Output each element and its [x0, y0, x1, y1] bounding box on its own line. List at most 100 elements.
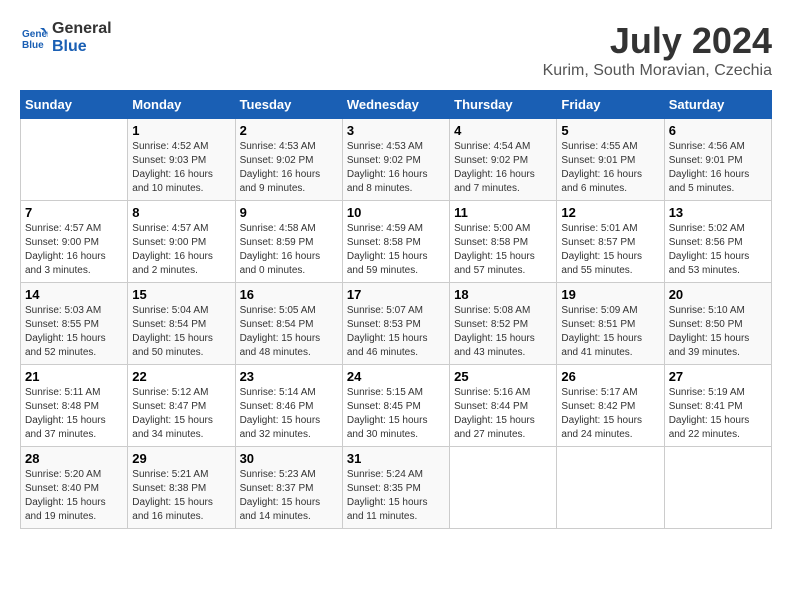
day-info: Sunrise: 5:00 AM Sunset: 8:58 PM Dayligh… — [454, 222, 552, 278]
day-info: Sunrise: 5:01 AM Sunset: 8:57 PM Dayligh… — [561, 222, 659, 278]
day-number: 23 — [240, 369, 338, 384]
calendar-cell: 25 Sunrise: 5:16 AM Sunset: 8:44 PM Dayli… — [450, 365, 557, 447]
location: Kurim, South Moravian, Czechia — [543, 62, 772, 80]
calendar-week-row: 21Sunrise: 5:11 AM Sunset: 8:48 PM Dayli… — [21, 365, 772, 447]
day-number: 18 — [454, 287, 552, 302]
calendar-cell: 14Sunrise: 5:03 AM Sunset: 8:55 PM Dayli… — [21, 283, 128, 365]
day-number: 28 — [25, 451, 123, 466]
calendar-cell: 29 Sunrise: 5:21 AM Sunset: 8:38 PM Dayli… — [128, 447, 235, 529]
day-number: 17 — [347, 287, 445, 302]
calendar-cell: 24 Sunrise: 5:15 AM Sunset: 8:45 PM Dayli… — [342, 365, 449, 447]
calendar-cell — [21, 119, 128, 201]
logo: General Blue General Blue — [20, 20, 112, 55]
calendar-week-row: 14Sunrise: 5:03 AM Sunset: 8:55 PM Dayli… — [21, 283, 772, 365]
day-number: 30 — [240, 451, 338, 466]
day-info: Sunrise: 4:53 AM Sunset: 9:02 PM Dayligh… — [240, 140, 338, 196]
day-number: 19 — [561, 287, 659, 302]
calendar-table: SundayMondayTuesdayWednesdayThursdayFrid… — [20, 90, 772, 529]
day-info: Sunrise: 5:09 AM Sunset: 8:51 PM Dayligh… — [561, 304, 659, 360]
calendar-cell — [450, 447, 557, 529]
day-info: Sunrise: 5:03 AM Sunset: 8:55 PM Dayligh… — [25, 304, 123, 360]
calendar-week-row: 1 Sunrise: 4:52 AM Sunset: 9:03 PM Daylig… — [21, 119, 772, 201]
day-number: 22 — [132, 369, 230, 384]
calendar-cell: 17 Sunrise: 5:07 AM Sunset: 8:53 PM Dayli… — [342, 283, 449, 365]
calendar-cell: 23 Sunrise: 5:14 AM Sunset: 8:46 PM Dayli… — [235, 365, 342, 447]
day-number: 27 — [669, 369, 767, 384]
day-number: 5 — [561, 123, 659, 138]
calendar-cell: 7 Sunrise: 4:57 AM Sunset: 9:00 PM Daylig… — [21, 201, 128, 283]
day-number: 4 — [454, 123, 552, 138]
day-info: Sunrise: 5:14 AM Sunset: 8:46 PM Dayligh… — [240, 386, 338, 442]
day-number: 7 — [25, 205, 123, 220]
day-number: 9 — [240, 205, 338, 220]
day-info: Sunrise: 4:52 AM Sunset: 9:03 PM Dayligh… — [132, 140, 230, 196]
day-number: 1 — [132, 123, 230, 138]
day-info: Sunrise: 5:19 AM Sunset: 8:41 PM Dayligh… — [669, 386, 767, 442]
day-info: Sunrise: 5:16 AM Sunset: 8:44 PM Dayligh… — [454, 386, 552, 442]
day-number: 3 — [347, 123, 445, 138]
day-number: 24 — [347, 369, 445, 384]
calendar-cell — [664, 447, 771, 529]
day-number: 2 — [240, 123, 338, 138]
day-info: Sunrise: 4:59 AM Sunset: 8:58 PM Dayligh… — [347, 222, 445, 278]
day-number: 25 — [454, 369, 552, 384]
day-info: Sunrise: 4:57 AM Sunset: 9:00 PM Dayligh… — [132, 222, 230, 278]
day-info: Sunrise: 5:21 AM Sunset: 8:38 PM Dayligh… — [132, 468, 230, 524]
calendar-cell: 4 Sunrise: 4:54 AM Sunset: 9:02 PM Daylig… — [450, 119, 557, 201]
day-number: 16 — [240, 287, 338, 302]
weekday-header-thursday: Thursday — [450, 91, 557, 119]
calendar-cell: 15 Sunrise: 5:04 AM Sunset: 8:54 PM Dayli… — [128, 283, 235, 365]
title-block: July 2024 Kurim, South Moravian, Czechia — [543, 20, 772, 80]
calendar-cell: 2 Sunrise: 4:53 AM Sunset: 9:02 PM Daylig… — [235, 119, 342, 201]
day-info: Sunrise: 5:15 AM Sunset: 8:45 PM Dayligh… — [347, 386, 445, 442]
day-info: Sunrise: 4:54 AM Sunset: 9:02 PM Dayligh… — [454, 140, 552, 196]
day-info: Sunrise: 5:17 AM Sunset: 8:42 PM Dayligh… — [561, 386, 659, 442]
calendar-cell: 30Sunrise: 5:23 AM Sunset: 8:37 PM Dayli… — [235, 447, 342, 529]
logo-text: General Blue — [52, 20, 112, 55]
day-info: Sunrise: 5:08 AM Sunset: 8:52 PM Dayligh… — [454, 304, 552, 360]
day-number: 15 — [132, 287, 230, 302]
day-info: Sunrise: 4:55 AM Sunset: 9:01 PM Dayligh… — [561, 140, 659, 196]
month-title: July 2024 — [543, 20, 772, 62]
calendar-cell: 1 Sunrise: 4:52 AM Sunset: 9:03 PM Daylig… — [128, 119, 235, 201]
day-number: 29 — [132, 451, 230, 466]
day-info: Sunrise: 5:04 AM Sunset: 8:54 PM Dayligh… — [132, 304, 230, 360]
calendar-cell: 20 Sunrise: 5:10 AM Sunset: 8:50 PM Dayli… — [664, 283, 771, 365]
day-number: 6 — [669, 123, 767, 138]
calendar-week-row: 7 Sunrise: 4:57 AM Sunset: 9:00 PM Daylig… — [21, 201, 772, 283]
day-info: Sunrise: 4:53 AM Sunset: 9:02 PM Dayligh… — [347, 140, 445, 196]
day-info: Sunrise: 4:58 AM Sunset: 8:59 PM Dayligh… — [240, 222, 338, 278]
weekday-header-tuesday: Tuesday — [235, 91, 342, 119]
weekday-header-row: SundayMondayTuesdayWednesdayThursdayFrid… — [21, 91, 772, 119]
weekday-header-saturday: Saturday — [664, 91, 771, 119]
day-number: 8 — [132, 205, 230, 220]
calendar-cell: 11Sunrise: 5:00 AM Sunset: 8:58 PM Dayli… — [450, 201, 557, 283]
calendar-cell — [557, 447, 664, 529]
day-info: Sunrise: 4:57 AM Sunset: 9:00 PM Dayligh… — [25, 222, 123, 278]
calendar-cell: 6 Sunrise: 4:56 AM Sunset: 9:01 PM Daylig… — [664, 119, 771, 201]
calendar-cell: 31 Sunrise: 5:24 AM Sunset: 8:35 PM Dayli… — [342, 447, 449, 529]
page-header: General Blue General Blue July 2024 Kuri… — [20, 20, 772, 80]
day-info: Sunrise: 5:24 AM Sunset: 8:35 PM Dayligh… — [347, 468, 445, 524]
calendar-cell: 12 Sunrise: 5:01 AM Sunset: 8:57 PM Dayli… — [557, 201, 664, 283]
day-info: Sunrise: 5:07 AM Sunset: 8:53 PM Dayligh… — [347, 304, 445, 360]
calendar-cell: 9 Sunrise: 4:58 AM Sunset: 8:59 PM Daylig… — [235, 201, 342, 283]
day-info: Sunrise: 5:11 AM Sunset: 8:48 PM Dayligh… — [25, 386, 123, 442]
calendar-cell: 21Sunrise: 5:11 AM Sunset: 8:48 PM Dayli… — [21, 365, 128, 447]
svg-text:Blue: Blue — [22, 40, 44, 51]
logo-icon: General Blue — [20, 24, 48, 52]
weekday-header-friday: Friday — [557, 91, 664, 119]
day-info: Sunrise: 4:56 AM Sunset: 9:01 PM Dayligh… — [669, 140, 767, 196]
calendar-cell: 22Sunrise: 5:12 AM Sunset: 8:47 PM Dayli… — [128, 365, 235, 447]
day-number: 12 — [561, 205, 659, 220]
day-info: Sunrise: 5:10 AM Sunset: 8:50 PM Dayligh… — [669, 304, 767, 360]
calendar-cell: 28Sunrise: 5:20 AM Sunset: 8:40 PM Dayli… — [21, 447, 128, 529]
calendar-cell: 16 Sunrise: 5:05 AM Sunset: 8:54 PM Dayli… — [235, 283, 342, 365]
day-info: Sunrise: 5:05 AM Sunset: 8:54 PM Dayligh… — [240, 304, 338, 360]
calendar-week-row: 28Sunrise: 5:20 AM Sunset: 8:40 PM Dayli… — [21, 447, 772, 529]
day-number: 31 — [347, 451, 445, 466]
weekday-header-wednesday: Wednesday — [342, 91, 449, 119]
calendar-cell: 5 Sunrise: 4:55 AM Sunset: 9:01 PM Daylig… — [557, 119, 664, 201]
day-number: 20 — [669, 287, 767, 302]
calendar-cell: 26Sunrise: 5:17 AM Sunset: 8:42 PM Dayli… — [557, 365, 664, 447]
